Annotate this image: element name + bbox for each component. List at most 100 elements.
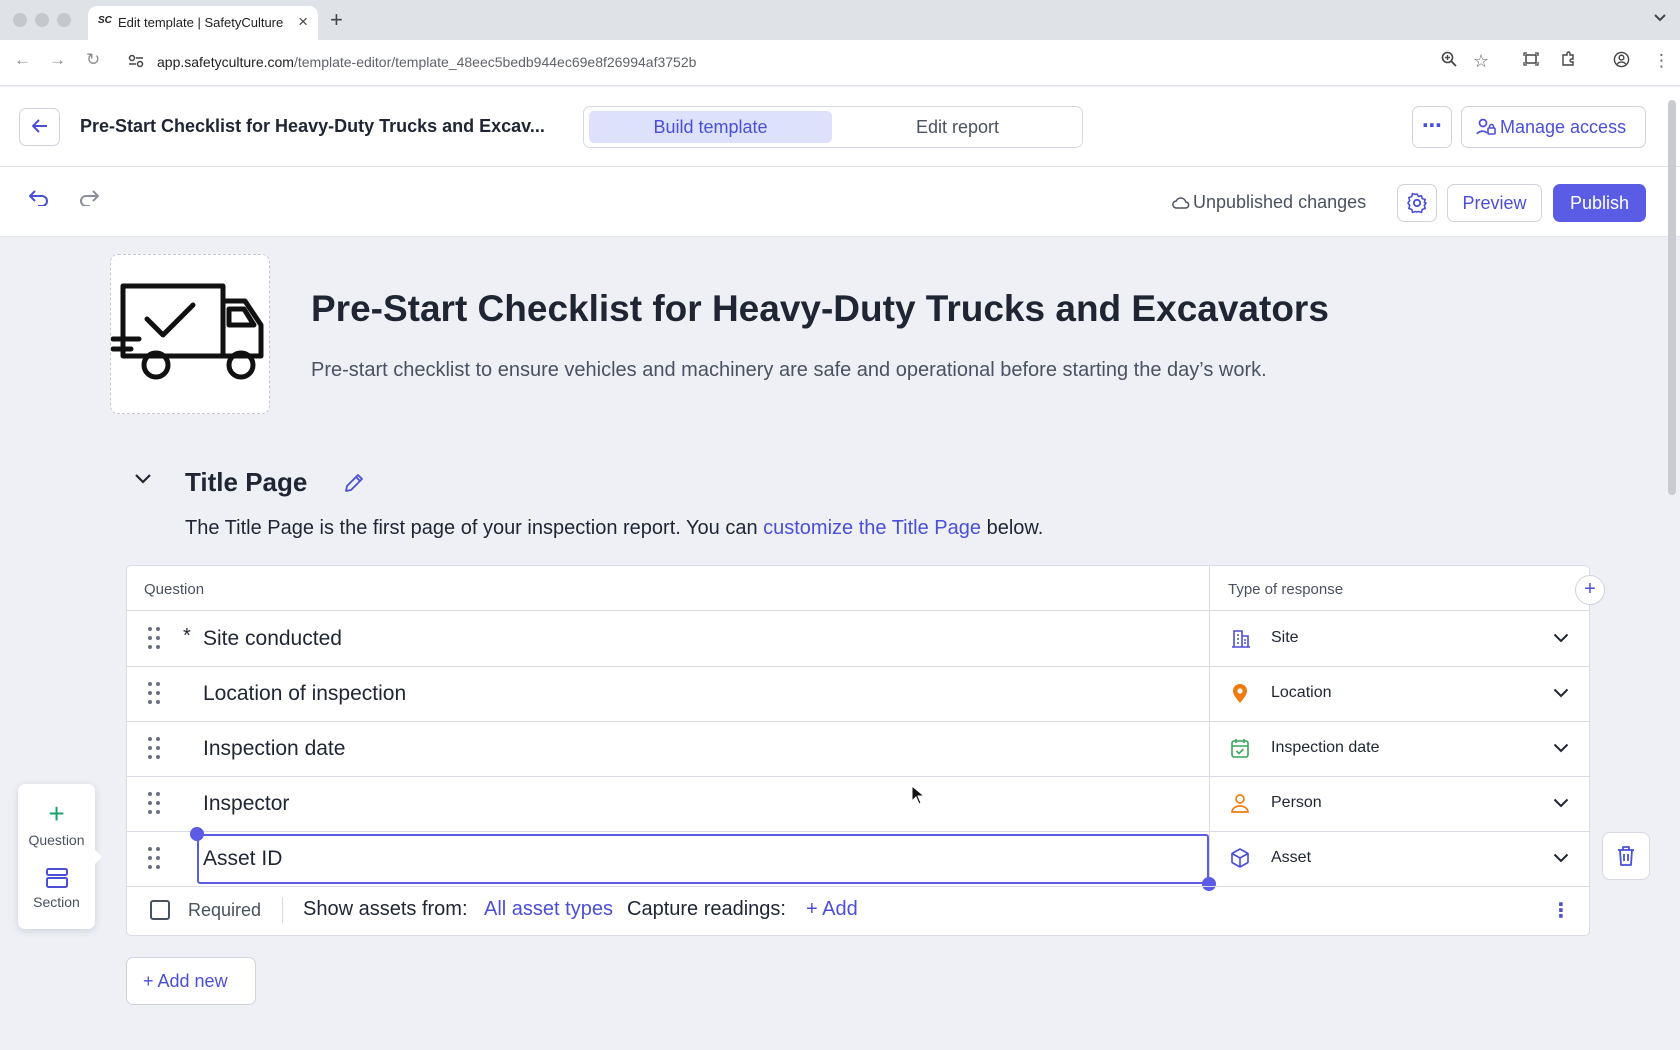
response-type-label[interactable]: Asset [1271, 849, 1311, 867]
tab-build-template[interactable]: Build template [589, 111, 832, 143]
browser-toolbar: ← → ↻ app.safetyculture.com/template-edi… [0, 40, 1680, 86]
tab-search-chevron-icon[interactable] [1654, 10, 1666, 25]
options-divider [282, 897, 283, 923]
browser-back-icon[interactable]: ← [14, 50, 31, 70]
table-row[interactable]: Inspector Person [127, 776, 1589, 831]
template-title[interactable]: Pre-Start Checklist for Heavy-Duty Truck… [311, 288, 1329, 330]
undo-icon[interactable] [28, 189, 49, 212]
section-icon [45, 868, 68, 888]
drag-handle-icon[interactable] [148, 792, 160, 814]
cube-icon [1229, 847, 1251, 869]
response-type-chevron-icon[interactable] [1553, 850, 1569, 868]
template-logo[interactable] [110, 254, 270, 414]
more-options-button[interactable]: ⋯ [1412, 106, 1452, 148]
back-button[interactable] [19, 108, 60, 146]
question-label[interactable]: Location of inspection [203, 682, 406, 706]
show-assets-label: Show assets from: [303, 898, 468, 920]
delete-question-button[interactable] [1602, 832, 1650, 880]
template-name: Pre-Start Checklist for Heavy-Duty Truck… [80, 116, 545, 136]
add-question-button[interactable]: + Question [18, 800, 95, 849]
new-tab-icon[interactable]: + [330, 7, 343, 33]
question-input-active[interactable] [197, 834, 1209, 884]
add-question-label: Question [28, 832, 85, 848]
window-maximize-button[interactable] [57, 13, 71, 27]
add-column-button[interactable]: + [1575, 575, 1605, 605]
preview-button[interactable]: Preview [1447, 184, 1542, 222]
cloud-icon [1172, 197, 1190, 209]
question-label[interactable]: Site conducted [203, 627, 342, 651]
screenshot-icon[interactable] [1523, 51, 1539, 71]
redo-icon[interactable] [79, 189, 100, 212]
response-type-label[interactable]: Person [1271, 794, 1322, 812]
person-icon [1229, 792, 1251, 814]
user-lock-icon [1476, 118, 1496, 135]
window-minimize-button[interactable] [35, 13, 49, 27]
map-pin-icon [1229, 682, 1251, 704]
customize-title-page-link[interactable]: customize the Title Page [763, 517, 981, 539]
address-bar[interactable]: app.safetyculture.com/template-editor/te… [157, 54, 696, 70]
table-row[interactable]: Asset ID Asset [127, 827, 1589, 891]
arrow-left-icon [31, 119, 47, 133]
mode-switch: Build template Edit report [583, 106, 1083, 148]
response-type-chevron-icon[interactable] [1553, 795, 1569, 813]
drag-handle-icon[interactable] [148, 847, 160, 869]
publish-button[interactable]: Publish [1553, 184, 1646, 222]
url-domain: app.safetyculture.com [157, 54, 294, 70]
add-reading-link[interactable]: + Add [806, 898, 858, 921]
table-row[interactable]: Location of inspection Location [127, 666, 1589, 721]
zoom-icon[interactable] [1441, 51, 1457, 72]
building-icon [1229, 627, 1251, 649]
safetyculture-favicon-icon: SC [98, 15, 112, 26]
add-section-label: Section [33, 894, 80, 910]
settings-button[interactable] [1397, 184, 1437, 222]
add-new-button[interactable]: + Add new [126, 957, 256, 1005]
template-description[interactable]: Pre-start checklist to ensure vehicles a… [311, 359, 1267, 382]
calendar-check-icon [1229, 737, 1251, 759]
question-label[interactable]: Inspection date [203, 737, 345, 761]
reload-icon[interactable]: ↻ [86, 50, 100, 70]
required-asterisk: * [183, 625, 191, 647]
manage-access-button[interactable]: Manage access [1461, 106, 1646, 148]
response-type-chevron-icon[interactable] [1553, 740, 1569, 758]
selection-handle[interactable] [190, 827, 204, 841]
page-scrollbar[interactable] [1668, 100, 1676, 495]
question-more-icon[interactable]: ⋮ [1551, 898, 1571, 923]
drag-handle-icon[interactable] [148, 682, 160, 704]
column-header-response-type: Type of response [1228, 581, 1344, 598]
required-label: Required [188, 900, 262, 920]
table-row[interactable]: * Site conducted Site [127, 611, 1589, 666]
response-type-chevron-icon[interactable] [1553, 630, 1569, 648]
collapse-chevron-icon[interactable] [134, 472, 152, 490]
site-info-icon[interactable] [128, 54, 146, 70]
trash-icon [1618, 846, 1634, 866]
response-type-label[interactable]: Location [1271, 684, 1332, 702]
tab-close-icon[interactable]: × [298, 12, 308, 32]
delivery-truck-check-icon [111, 283, 264, 380]
tab-edit-report[interactable]: Edit report [836, 111, 1079, 143]
capture-readings-label: Capture readings: [627, 898, 786, 920]
window-close-button[interactable] [13, 13, 27, 27]
required-checkbox[interactable] [150, 900, 170, 920]
response-type-label[interactable]: Site [1271, 629, 1299, 647]
url-path: /template-editor/template_48eec5bedb944e… [293, 54, 697, 70]
table-row[interactable]: Inspection date Inspection date [127, 721, 1589, 776]
profile-icon[interactable] [1613, 51, 1630, 73]
browser-tab[interactable]: SC Edit template | SafetyCulture × [88, 6, 318, 40]
bookmark-star-icon[interactable]: ☆ [1473, 51, 1489, 72]
browser-forward-icon[interactable]: → [49, 50, 66, 70]
section-description: The Title Page is the first page of your… [185, 517, 1043, 540]
drag-handle-icon[interactable] [148, 627, 160, 649]
asset-types-link[interactable]: All asset types [484, 898, 613, 921]
response-type-label[interactable]: Inspection date [1271, 739, 1380, 757]
add-section-button[interactable]: Section [18, 866, 95, 910]
pencil-icon[interactable] [343, 472, 365, 499]
extensions-icon[interactable] [1560, 51, 1576, 72]
drag-handle-icon[interactable] [148, 737, 160, 759]
save-status: Unpublished changes [1172, 192, 1366, 213]
add-item-palette: + Question Section [18, 784, 102, 929]
tab-title: Edit template | SafetyCulture [118, 15, 284, 30]
browser-menu-icon[interactable]: ⋮ [1653, 51, 1670, 71]
question-label[interactable]: Asset ID [203, 847, 282, 871]
response-type-chevron-icon[interactable] [1553, 685, 1569, 703]
question-label[interactable]: Inspector [203, 792, 289, 816]
